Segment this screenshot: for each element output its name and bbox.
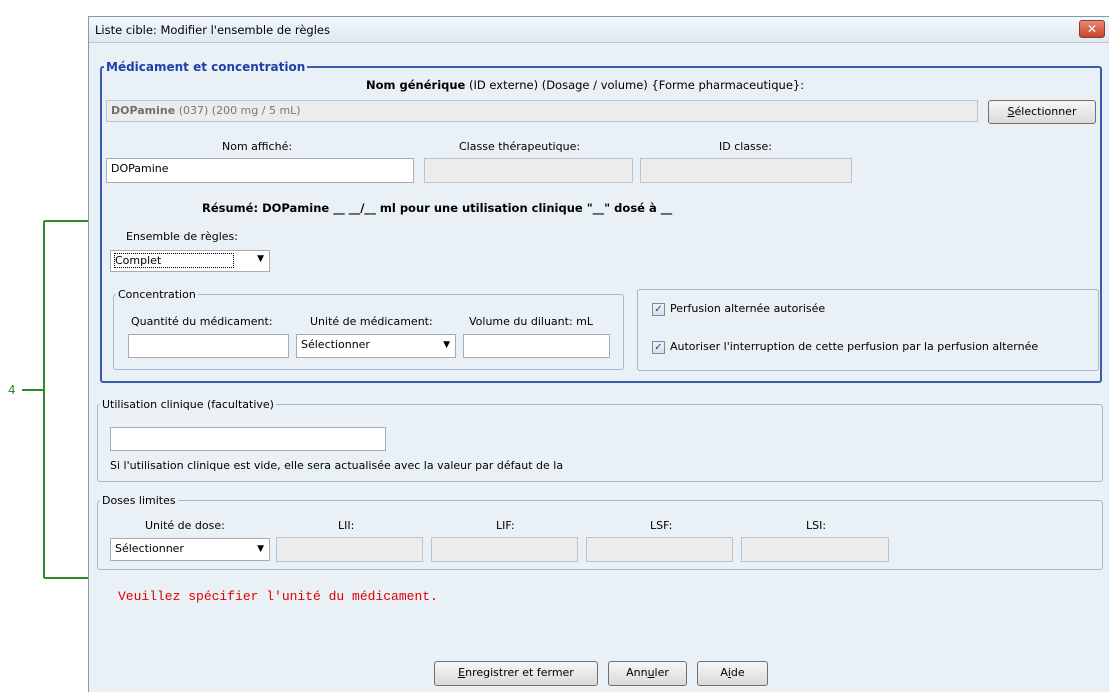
callout-label: 4 xyxy=(8,383,16,397)
title-bar: Liste cible: Modifier l'ensemble de règl… xyxy=(89,17,1109,43)
chevron-down-icon: ▼ xyxy=(257,544,264,554)
lsf-field[interactable] xyxy=(586,537,733,562)
class-id-field[interactable] xyxy=(640,158,852,183)
therapeutic-class-field[interactable] xyxy=(424,158,633,183)
generic-name-field[interactable]: DOPamine (037) (200 mg / 5 mL) xyxy=(106,100,978,122)
chevron-down-icon: ▼ xyxy=(257,254,264,264)
dose-limits-legend: Doses limites xyxy=(102,494,176,507)
drug-unit-label: Unité de médicament: xyxy=(310,315,433,328)
close-icon: ✕ xyxy=(1086,22,1098,36)
lsf-label: LSF: xyxy=(650,519,673,532)
dose-unit-select[interactable]: Sélectionner ▼ xyxy=(110,538,270,561)
display-name-label: Nom affiché: xyxy=(222,140,293,153)
drug-quantity-field[interactable] xyxy=(128,334,289,358)
lii-label: LII: xyxy=(338,519,355,532)
drug-quantity-label: Quantité du médicament: xyxy=(131,315,273,328)
help-button[interactable]: Aide xyxy=(697,661,768,686)
diluent-volume-field[interactable] xyxy=(463,334,610,358)
medication-legend: Médicament et concentration xyxy=(106,60,306,74)
display-name-field[interactable]: DOPamine xyxy=(106,158,414,183)
dose-unit-label: Unité de dose: xyxy=(145,519,225,532)
clinical-use-field[interactable] xyxy=(110,427,386,451)
lif-field[interactable] xyxy=(431,537,578,562)
chevron-down-icon: ▼ xyxy=(443,340,450,350)
class-id-label: ID classe: xyxy=(719,140,772,153)
lii-field[interactable] xyxy=(276,537,423,562)
error-message: Veuillez spécifier l'unité du médicament… xyxy=(118,589,438,604)
generic-name-header: Nom générique (ID externe) (Dosage / vol… xyxy=(366,78,805,92)
alt-infusion-label: Perfusion alternée autorisée xyxy=(670,302,826,315)
clinical-use-legend: Utilisation clinique (facultative) xyxy=(102,398,274,411)
drug-unit-select[interactable]: Sélectionner ▼ xyxy=(296,334,456,358)
clinical-use-note: Si l'utilisation clinique est vide, elle… xyxy=(110,459,564,472)
save-and-close-button[interactable]: Enregistrer et fermer xyxy=(434,661,598,686)
cancel-button[interactable]: Annuler xyxy=(608,661,687,686)
diluent-volume-label: Volume du diluant: mL xyxy=(469,315,593,328)
concentration-legend: Concentration xyxy=(118,288,196,301)
lsi-label: LSI: xyxy=(806,519,827,532)
allow-interrupt-label: Autoriser l'interruption de cette perfus… xyxy=(670,340,1039,353)
summary-text: Résumé: DOPamine __ __/__ ml pour une ut… xyxy=(202,201,673,215)
lif-label: LIF: xyxy=(496,519,515,532)
lsi-field[interactable] xyxy=(741,537,889,562)
alt-infusion-checkbox[interactable]: ✓ xyxy=(652,303,665,316)
allow-interrupt-checkbox[interactable]: ✓ xyxy=(652,341,665,354)
select-generic-button[interactable]: Sélectionner xyxy=(988,100,1096,124)
close-button[interactable]: ✕ xyxy=(1079,20,1105,38)
rule-set-select[interactable]: Complet ▼ xyxy=(110,250,270,272)
rule-set-label: Ensemble de règles: xyxy=(126,230,238,243)
window-title: Liste cible: Modifier l'ensemble de règl… xyxy=(95,23,330,37)
therapeutic-class-label: Classe thérapeutique: xyxy=(459,140,581,153)
